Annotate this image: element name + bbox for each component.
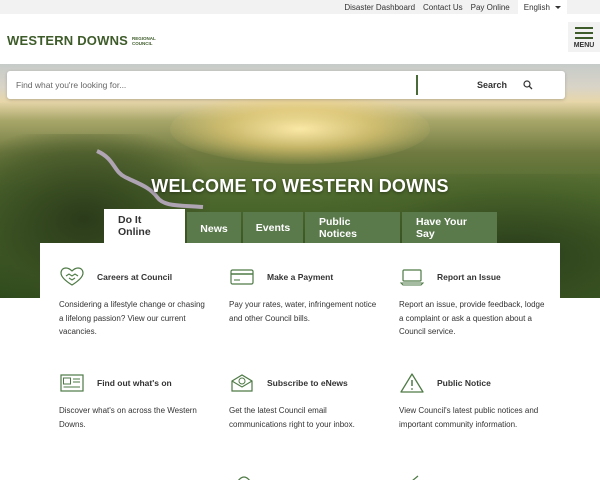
disaster-dashboard-link[interactable]: Disaster Dashboard [344, 3, 415, 12]
search-bar: Search [7, 71, 565, 99]
card-title: Make a Payment [267, 272, 334, 282]
menu-label: MENU [573, 42, 595, 49]
logo-subtitle: REGIONAL COUNCIL [132, 36, 156, 46]
site-header: WESTERN DOWNS REGIONAL COUNCIL MENU [0, 14, 600, 64]
card-find-whats-on[interactable]: Find out what's on Discover what's on ac… [59, 372, 209, 431]
card-subscribe-enews[interactable]: Subscribe to eNews Get the latest Counci… [229, 372, 379, 431]
laptop-icon [399, 266, 425, 288]
tab-public-notices[interactable]: Public Notices [305, 212, 400, 243]
card-description: Considering a lifestyle change or chasin… [59, 300, 205, 336]
card-description: Discover what's on across the Western Do… [59, 406, 197, 429]
card-title: Careers at Council [97, 272, 173, 282]
contact-us-link[interactable]: Contact Us [423, 3, 463, 12]
hamburger-icon-bar [575, 36, 593, 39]
search-icon [523, 80, 533, 90]
content-tabs: Do It Online News Events Public Notices … [104, 209, 499, 243]
card-description: Report an issue, provide feedback, lodge… [399, 300, 545, 336]
tab-events[interactable]: Events [243, 212, 303, 243]
next-row-icon-partial [412, 475, 419, 480]
hamburger-icon-bar [575, 31, 593, 34]
hamburger-icon [575, 26, 593, 29]
newspaper-icon [59, 372, 85, 394]
hero-title: WELCOME TO WESTERN DOWNS [151, 176, 449, 196]
email-open-icon [229, 372, 255, 394]
next-row-icon-partial [238, 476, 250, 480]
card-report-issue[interactable]: Report an Issue Report an issue, provide… [399, 266, 549, 339]
credit-card-icon [229, 266, 255, 288]
tab-have-your-say[interactable]: Have Your Say [402, 212, 497, 243]
search-button[interactable]: Search [477, 71, 533, 99]
warning-icon [399, 372, 425, 394]
search-divider [416, 75, 418, 95]
card-title: Public Notice [437, 378, 491, 388]
tab-news[interactable]: News [187, 212, 241, 243]
search-button-label: Search [477, 80, 508, 90]
site-logo[interactable]: WESTERN DOWNS REGIONAL COUNCIL [7, 33, 156, 48]
card-description: Get the latest Council email communicati… [229, 406, 355, 429]
card-description: Pay your rates, water, infringement noti… [229, 300, 377, 323]
card-make-payment[interactable]: Make a Payment Pay your rates, water, in… [229, 266, 379, 325]
menu-button[interactable]: MENU [568, 22, 600, 52]
pay-online-link[interactable]: Pay Online [471, 3, 510, 12]
utility-links: Disaster Dashboard Contact Us Pay Online… [336, 0, 567, 14]
logo-subtitle-line-2: COUNCIL [132, 40, 153, 46]
tab-do-it-online[interactable]: Do It Online [104, 209, 185, 243]
do-it-online-panel: Careers at Council Considering a lifesty… [40, 243, 560, 480]
card-description: View Council's latest public notices and… [399, 406, 539, 429]
handshake-icon [59, 266, 85, 288]
utility-bar: Disaster Dashboard Contact Us Pay Online… [0, 0, 600, 14]
chevron-down-icon [555, 5, 561, 9]
card-title: Report an Issue [437, 272, 501, 282]
card-careers[interactable]: Careers at Council Considering a lifesty… [59, 266, 209, 339]
logo-wordmark: WESTERN DOWNS [7, 33, 129, 48]
language-selector[interactable]: English [517, 0, 567, 14]
search-input[interactable] [16, 76, 416, 94]
language-label: English [523, 2, 550, 12]
card-title: Find out what's on [97, 378, 172, 388]
card-public-notice[interactable]: Public Notice View Council's latest publ… [399, 372, 549, 431]
card-title: Subscribe to eNews [267, 378, 348, 388]
